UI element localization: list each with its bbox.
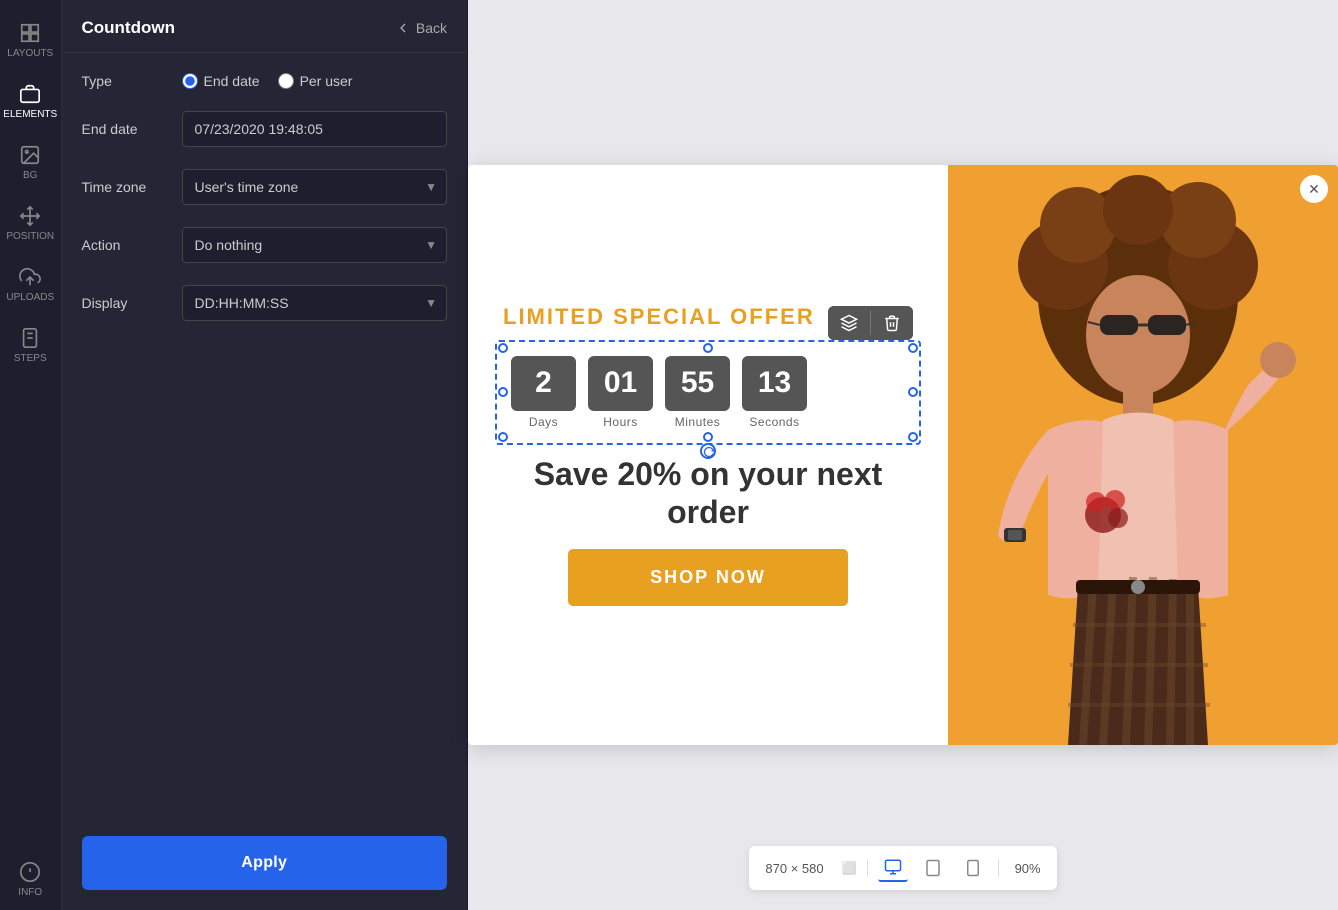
handle-ml[interactable]	[498, 387, 508, 397]
preview-card: LIMITED SPECIAL OFFER	[468, 165, 1338, 745]
rotate-handle[interactable]	[700, 443, 716, 459]
action-select[interactable]: Do nothing Hide element Redirect	[182, 227, 448, 263]
timezone-label: Time zone	[82, 179, 172, 195]
hours-label: Hours	[603, 415, 638, 429]
element-toolbar	[828, 306, 913, 340]
end-date-radio-input[interactable]	[182, 73, 198, 89]
tablet-view-button[interactable]	[918, 855, 948, 881]
card-close-button[interactable]: ✕	[1300, 175, 1328, 203]
sidebar-item-steps[interactable]: STEPS	[0, 315, 61, 376]
minutes-unit: 55 Minutes	[665, 356, 730, 429]
sidebar-item-position[interactable]: POSITION	[0, 193, 61, 254]
mobile-view-button[interactable]	[958, 855, 988, 881]
timezone-control: User's time zone UTC EST PST GMT ▼	[182, 169, 448, 205]
icon-sidebar: LAYOUTS ELEMENTS BG POSITION UPLOADS	[0, 0, 62, 910]
settings-panel: Countdown Back Type End date Per user	[62, 0, 469, 910]
hours-box: 01	[588, 356, 653, 411]
handle-mr[interactable]	[908, 387, 918, 397]
apply-button[interactable]: Apply	[82, 836, 448, 890]
display-label: Display	[82, 295, 172, 311]
sidebar-item-uploads[interactable]: UPLOADS	[0, 254, 61, 315]
display-field-row: Display DD:HH:MM:SS HH:MM:SS MM:SS ▼	[82, 285, 448, 321]
seconds-unit: 13 Seconds	[742, 356, 807, 429]
save-text: Save 20% on your next order	[503, 455, 913, 532]
woman-illustration	[948, 165, 1338, 745]
end-date-label: End date	[82, 121, 172, 137]
timezone-field-row: Time zone User's time zone UTC EST PST G…	[82, 169, 448, 205]
minutes-box: 55	[665, 356, 730, 411]
action-field-row: Action Do nothing Hide element Redirect …	[82, 227, 448, 263]
minutes-label: Minutes	[675, 415, 721, 429]
timezone-select[interactable]: User's time zone UTC EST PST GMT	[182, 169, 448, 205]
shop-now-button[interactable]: SHOP NOW	[568, 549, 848, 606]
delete-toolbar-button[interactable]	[871, 306, 913, 340]
action-label: Action	[82, 237, 172, 253]
countdown-wrapper[interactable]: 2 Days 01 Hours 55 Minutes 13 Seconds	[503, 348, 913, 437]
handle-bl[interactable]	[498, 432, 508, 442]
panel-header: Countdown Back	[62, 0, 468, 53]
panel-title: Countdown	[82, 18, 385, 38]
status-bar: 870 × 580 ⬜ 90%	[749, 846, 1056, 890]
seconds-box: 13	[742, 356, 807, 411]
end-date-radio[interactable]: End date	[182, 73, 260, 89]
handle-bm[interactable]	[703, 432, 713, 442]
handle-br[interactable]	[908, 432, 918, 442]
end-date-control	[182, 111, 448, 147]
panel-content: Type End date Per user End date Time zon…	[62, 53, 468, 821]
view-divider-2	[998, 859, 999, 877]
days-label: Days	[529, 415, 558, 429]
sidebar-item-layouts[interactable]: LAYOUTS	[0, 10, 61, 71]
display-select[interactable]: DD:HH:MM:SS HH:MM:SS MM:SS	[182, 285, 448, 321]
type-radio-group: End date Per user	[182, 73, 448, 89]
end-date-field-row: End date	[82, 111, 448, 147]
days-box: 2	[511, 356, 576, 411]
handle-tr[interactable]	[908, 343, 918, 353]
countdown-boxes: 2 Days 01 Hours 55 Minutes 13 Seconds	[511, 356, 905, 429]
desktop-view-button[interactable]	[878, 854, 908, 882]
hours-unit: 01 Hours	[588, 356, 653, 429]
days-unit: 2 Days	[511, 356, 576, 429]
end-date-input[interactable]	[182, 111, 448, 147]
canvas-area: LIMITED SPECIAL OFFER	[468, 0, 1338, 910]
seconds-label: Seconds	[749, 415, 799, 429]
display-control: DD:HH:MM:SS HH:MM:SS MM:SS ▼	[182, 285, 448, 321]
sidebar-item-bg[interactable]: BG	[0, 132, 61, 193]
per-user-radio[interactable]: Per user	[278, 73, 353, 89]
per-user-radio-input[interactable]	[278, 73, 294, 89]
back-button[interactable]: Back	[395, 20, 447, 36]
zoom-level-text: 90%	[1015, 861, 1041, 876]
card-size-text: 870 × 580	[765, 861, 823, 876]
preview-left: LIMITED SPECIAL OFFER	[468, 165, 948, 745]
action-control: Do nothing Hide element Redirect ▼	[182, 227, 448, 263]
handle-tm[interactable]	[703, 343, 713, 353]
sidebar-item-elements[interactable]: ELEMENTS	[0, 71, 61, 132]
sidebar-item-info[interactable]: INFO	[0, 849, 61, 910]
view-divider-1	[867, 859, 868, 877]
size-icon: ⬜	[842, 861, 857, 875]
preview-right-image: ✕	[948, 165, 1338, 745]
type-label: Type	[82, 73, 172, 89]
type-field-row: Type End date Per user	[82, 73, 448, 89]
layers-toolbar-button[interactable]	[828, 306, 870, 340]
handle-tl[interactable]	[498, 343, 508, 353]
